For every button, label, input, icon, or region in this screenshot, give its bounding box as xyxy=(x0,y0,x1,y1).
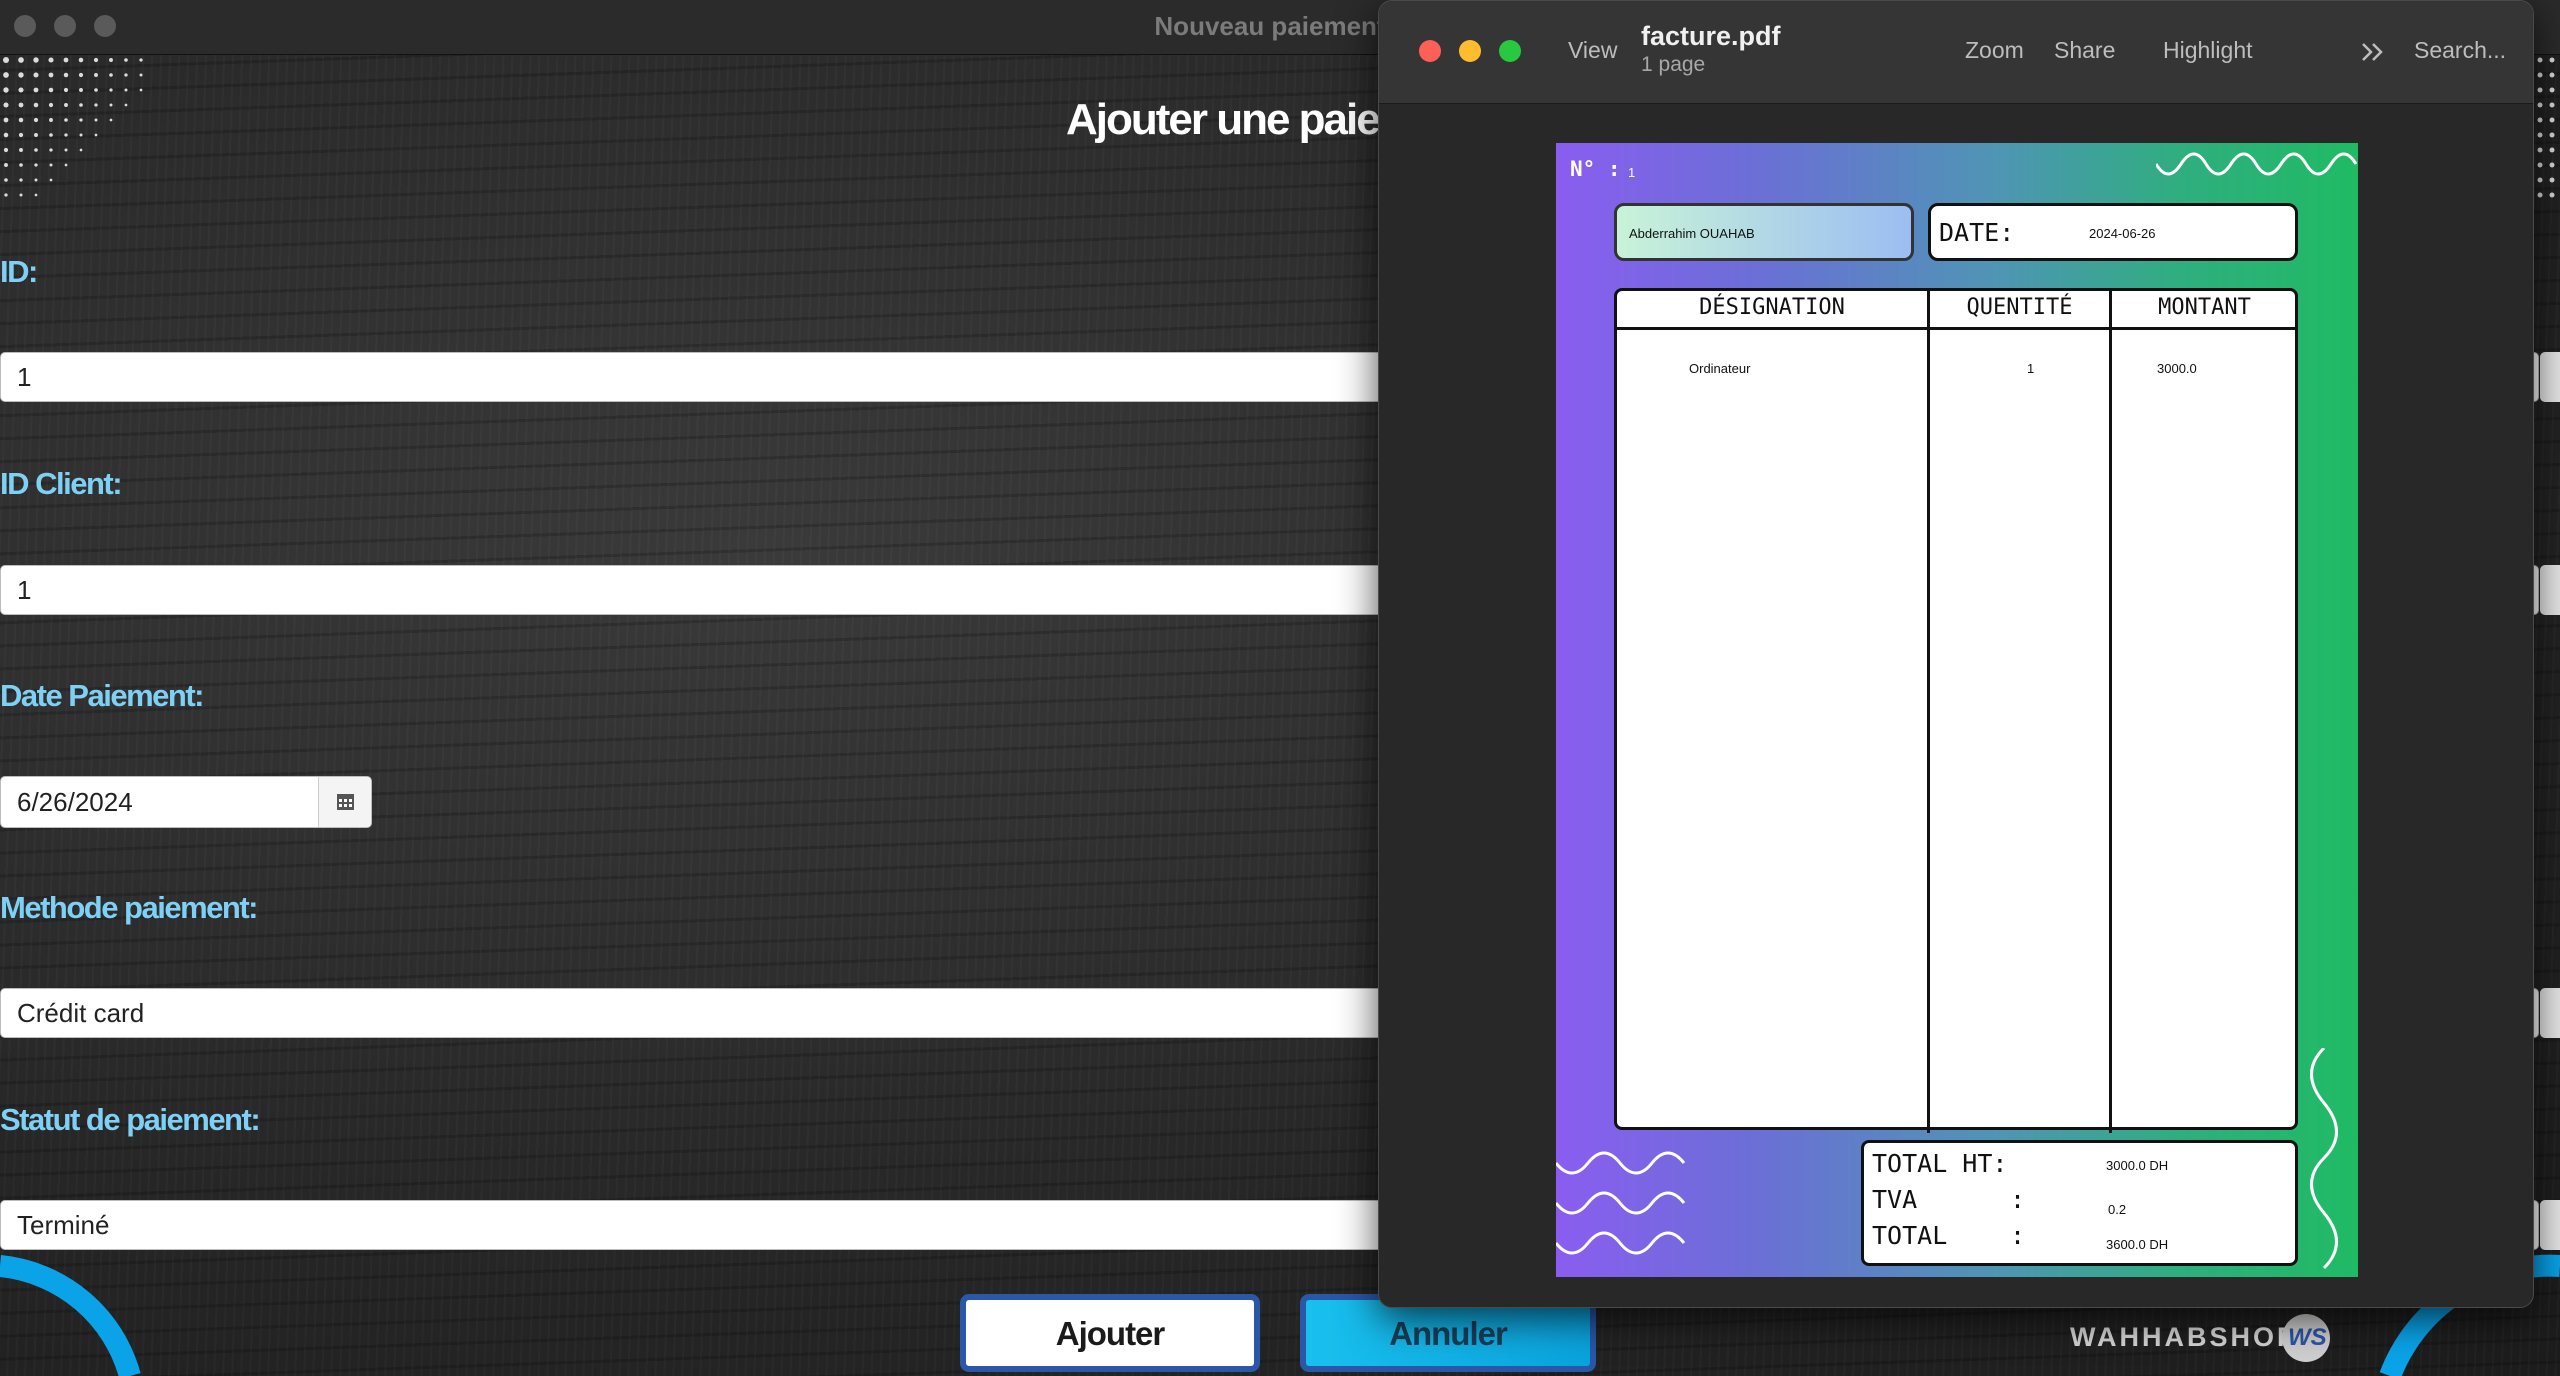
add-button[interactable]: Ajouter xyxy=(960,1294,1260,1372)
tva-label: TVA xyxy=(1872,1185,1918,1214)
brand-name: WAHHABSHOP xyxy=(2070,1322,2299,1352)
dots-decoration xyxy=(3,57,143,197)
invoice-date: 2024-06-26 xyxy=(2089,226,2156,241)
column-divider xyxy=(2109,291,2112,1133)
total-colon: : xyxy=(2010,1221,2026,1250)
wave-decoration-right xyxy=(2310,1048,2338,1270)
header-quantity: QUENTITÉ xyxy=(1966,295,2073,320)
brand-logo-text: WS xyxy=(2288,1324,2327,1351)
method-input-edge xyxy=(2540,988,2560,1038)
table-header-rule xyxy=(1617,327,2297,330)
minimize-button[interactable] xyxy=(1459,40,1481,62)
wave-decoration-top xyxy=(2156,152,2358,176)
invoice-page: N° : 1 Abderrahim OUAHAB DATE: 2024-06-2… xyxy=(1556,143,2358,1277)
highlight-button[interactable]: Highlight xyxy=(2163,37,2253,64)
items-table: DÉSIGNATION QUENTITÉ MONTANT Ordinateur … xyxy=(1614,288,2298,1133)
invoice-date-label: DATE: xyxy=(1939,218,2015,247)
arc-decoration-left xyxy=(0,1255,141,1376)
preview-window: View facture.pdf 1 page Zoom Share Highl… xyxy=(1378,0,2534,1308)
client-id-label: ID Client: xyxy=(0,466,123,501)
total-label: TOTAL xyxy=(1872,1221,1948,1250)
wave-decoration-bottom-left xyxy=(1556,1151,1686,1255)
client-name: Abderrahim OUAHAB xyxy=(1629,226,1755,241)
document-title: facture.pdf xyxy=(1641,21,1781,51)
client-name-box: Abderrahim OUAHAB xyxy=(1614,203,1914,261)
date-input[interactable]: 6/26/2024 xyxy=(17,777,133,827)
total-ht-value: 3000.0 DH xyxy=(2106,1158,2169,1173)
tva-colon: : xyxy=(2010,1185,2026,1214)
total-value: 3600.0 DH xyxy=(2106,1237,2169,1252)
view-menu[interactable]: View xyxy=(1568,37,1617,64)
fullscreen-button[interactable] xyxy=(1499,40,1521,62)
page-count: 1 page xyxy=(1641,53,1706,76)
status-label: Statut de paiement: xyxy=(0,1102,261,1137)
row-designation: Ordinateur xyxy=(1689,361,1751,376)
date-picker-button[interactable] xyxy=(318,777,371,827)
close-button[interactable] xyxy=(1419,40,1441,62)
header-designation: DÉSIGNATION xyxy=(1699,295,1845,320)
date-label: Date Paiement: xyxy=(0,678,204,713)
calendar-icon xyxy=(337,794,354,810)
invoice-number-label: N° : xyxy=(1570,157,1621,181)
column-divider xyxy=(1927,291,1930,1133)
zoom-button[interactable]: Zoom xyxy=(1965,37,2024,64)
status-input-edge xyxy=(2540,1200,2560,1250)
date-field: 6/26/2024 xyxy=(0,776,372,828)
invoice-number: 1 xyxy=(1628,165,1636,180)
totals-box: TOTAL HT: 3000.0 DH TVA : 0.2 TOTAL : 36… xyxy=(1861,1140,2298,1266)
row-quantity: 1 xyxy=(2027,361,2035,376)
total-ht-label: TOTAL HT: xyxy=(1872,1149,2008,1178)
tva-value: 0.2 xyxy=(2108,1202,2127,1217)
id-input-edge xyxy=(2540,352,2560,402)
preview-toolbar: View facture.pdf 1 page Zoom Share Highl… xyxy=(1379,1,2533,104)
date-box: DATE: 2024-06-26 xyxy=(1928,203,2298,261)
row-amount: 3000.0 xyxy=(2157,361,2197,376)
dots-decoration-right xyxy=(2537,57,2555,198)
id-label: ID: xyxy=(0,254,38,289)
share-button[interactable]: Share xyxy=(2054,37,2115,64)
header-amount: MONTANT xyxy=(2158,295,2251,320)
method-label: Methode paiement: xyxy=(0,890,258,925)
chevron-double-right-icon[interactable] xyxy=(2360,41,2386,63)
client-input-edge xyxy=(2540,565,2560,615)
search-field[interactable]: Search... xyxy=(2414,37,2506,64)
